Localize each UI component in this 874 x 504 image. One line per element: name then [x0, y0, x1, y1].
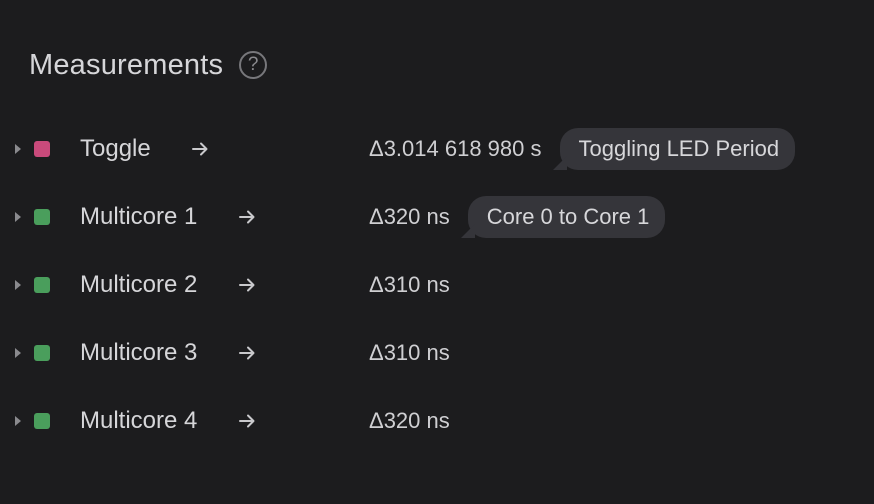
measurement-row-multicore-3: Multicore 3 Δ310 ns: [0, 328, 874, 378]
measurement-delta: Δ3.014 618 980 s: [369, 136, 542, 161]
measurement-delta: Δ310 ns: [369, 340, 450, 365]
expand-caret-icon[interactable]: [11, 278, 25, 292]
measurement-row-toggle: Toggle Δ3.014 618 980 s Toggling LED Per…: [0, 124, 874, 174]
panel-title: Measurements: [29, 48, 224, 81]
measurement-delta-group: Δ3.014 618 980 s Toggling LED Period: [369, 128, 796, 170]
arrow-right-icon[interactable]: [237, 411, 257, 431]
help-icon[interactable]: ?: [239, 51, 268, 79]
measurements-header: Measurements ?: [29, 44, 268, 86]
arrow-right-icon[interactable]: [237, 275, 257, 295]
measurement-note-bubble[interactable]: Core 0 to Core 1: [460, 196, 666, 238]
measurement-name: Multicore 2: [80, 271, 198, 298]
measurement-name: Multicore 3: [80, 339, 198, 366]
measurement-delta-group: Δ320 ns: [369, 408, 450, 434]
measurement-row-multicore-1: Multicore 1 Δ320 ns Core 0 to Core 1: [0, 192, 874, 242]
arrow-right-icon[interactable]: [190, 139, 210, 159]
measurement-delta-group: Δ310 ns: [369, 340, 450, 366]
measurement-name: Multicore 4: [80, 407, 198, 434]
measurement-name: Multicore 1: [80, 203, 198, 230]
arrow-right-icon[interactable]: [237, 343, 257, 363]
color-swatch: [34, 209, 50, 225]
expand-caret-icon[interactable]: [11, 142, 25, 156]
color-swatch: [34, 413, 50, 429]
measurement-delta-group: Δ310 ns: [369, 272, 450, 298]
measurement-row-multicore-2: Multicore 2 Δ310 ns: [0, 260, 874, 310]
expand-caret-icon[interactable]: [11, 210, 25, 224]
color-swatch: [34, 141, 50, 157]
measurement-row-multicore-4: Multicore 4 Δ320 ns: [0, 396, 874, 446]
arrow-right-icon[interactable]: [237, 207, 257, 227]
measurement-name: Toggle: [80, 135, 151, 162]
measurement-delta: Δ310 ns: [369, 272, 450, 297]
measurement-delta-group: Δ320 ns Core 0 to Core 1: [369, 196, 666, 238]
color-swatch: [34, 277, 50, 293]
color-swatch: [34, 345, 50, 361]
measurement-delta: Δ320 ns: [369, 204, 450, 229]
expand-caret-icon[interactable]: [11, 414, 25, 428]
measurement-note-bubble[interactable]: Toggling LED Period: [552, 128, 796, 170]
measurement-delta: Δ320 ns: [369, 408, 450, 433]
expand-caret-icon[interactable]: [11, 346, 25, 360]
